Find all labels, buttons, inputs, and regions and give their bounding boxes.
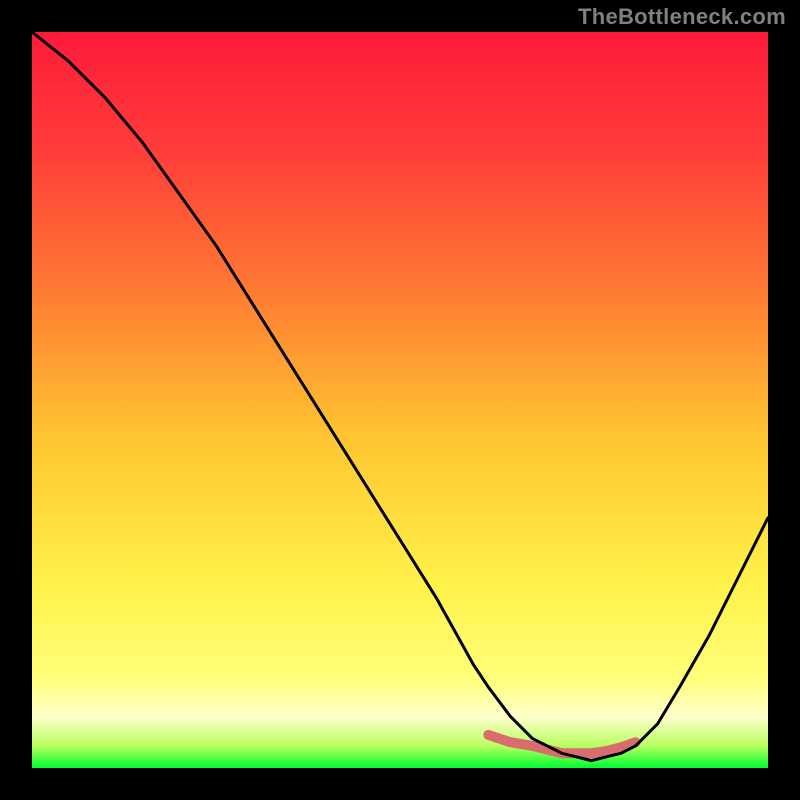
chart-frame: TheBottleneck.com bbox=[0, 0, 800, 800]
bottleneck-chart bbox=[32, 32, 768, 768]
watermark-text: TheBottleneck.com bbox=[578, 4, 786, 30]
